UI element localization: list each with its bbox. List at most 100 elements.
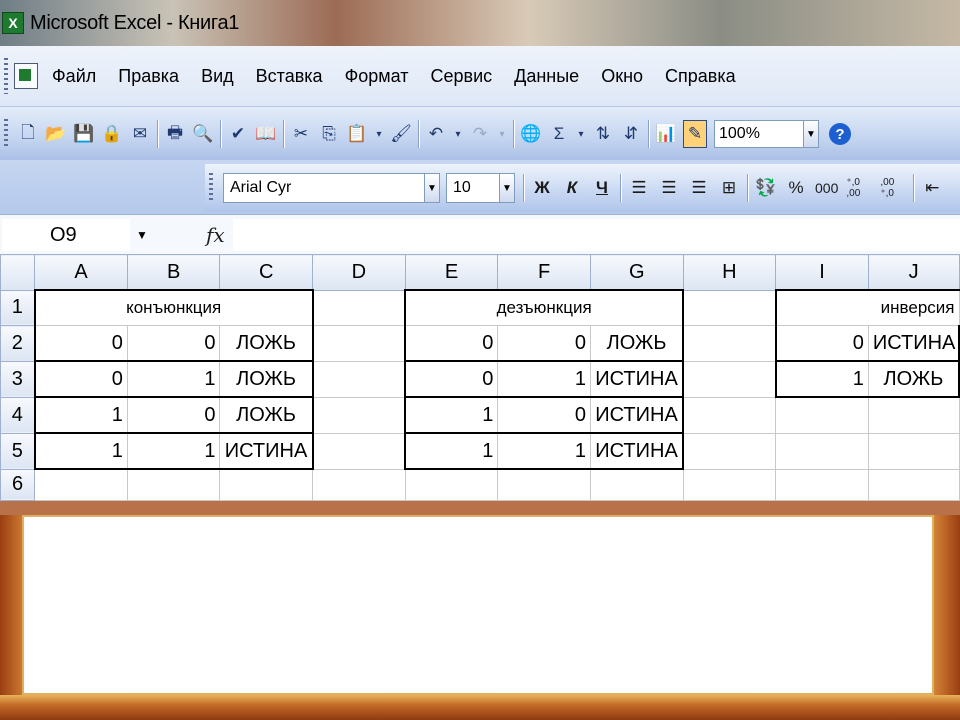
decrease-decimal-button[interactable]: ,00 ⁺,0: [880, 175, 906, 201]
cell[interactable]: ИСТИНА: [589, 360, 684, 398]
new-document-icon[interactable]: 🗋: [17, 121, 39, 147]
toolbar-grip[interactable]: [209, 173, 213, 203]
cell[interactable]: ЛОЖЬ: [867, 360, 960, 398]
cell[interactable]: 1: [33, 396, 128, 434]
cell[interactable]: 0: [126, 396, 221, 434]
cell[interactable]: [497, 468, 591, 501]
cell[interactable]: 0: [33, 325, 128, 362]
cell[interactable]: [682, 325, 777, 362]
workbook-icon[interactable]: [14, 63, 38, 89]
row-header[interactable]: 1: [0, 289, 36, 326]
cell[interactable]: 0: [404, 360, 499, 398]
zoom-dropdown-icon[interactable]: ▼: [804, 120, 819, 148]
save-icon[interactable]: 💾: [73, 121, 95, 147]
menu-window[interactable]: Окно: [601, 66, 643, 87]
menu-file[interactable]: Файл: [52, 66, 96, 87]
paste-dropdown-icon[interactable]: ▾: [374, 121, 384, 147]
column-header-b[interactable]: B: [126, 254, 221, 291]
cell[interactable]: 0: [497, 325, 591, 362]
formula-input[interactable]: [232, 219, 960, 251]
cell-d1[interactable]: [311, 289, 406, 326]
font-dropdown-icon[interactable]: ▼: [425, 173, 440, 203]
print-icon[interactable]: 🖶: [164, 121, 186, 147]
research-icon[interactable]: 📖: [255, 121, 277, 147]
cell[interactable]: [682, 396, 777, 434]
cell[interactable]: 1: [497, 432, 591, 470]
cell[interactable]: 1: [497, 360, 591, 398]
column-header-e[interactable]: E: [404, 254, 499, 291]
align-center-icon[interactable]: ☰: [658, 175, 680, 201]
cell[interactable]: ЛОЖЬ: [589, 325, 684, 362]
name-box-dropdown-icon[interactable]: ▼: [130, 228, 154, 242]
cell[interactable]: [34, 468, 128, 501]
cell[interactable]: [775, 396, 869, 434]
row-header[interactable]: 5: [0, 432, 36, 470]
cell[interactable]: [311, 432, 406, 470]
increase-decimal-button[interactable]: ⁺,0 ,00: [846, 175, 872, 201]
align-left-icon[interactable]: ☰: [628, 175, 650, 201]
cell-h1[interactable]: [682, 289, 777, 326]
underline-button[interactable]: Ч: [591, 175, 613, 201]
cell[interactable]: 1: [33, 432, 128, 470]
redo-dropdown-icon[interactable]: ▾: [497, 121, 507, 147]
align-right-icon[interactable]: ☰: [688, 175, 710, 201]
undo-dropdown-icon[interactable]: ▾: [453, 121, 463, 147]
paste-icon[interactable]: 📋: [346, 121, 368, 147]
thousands-button[interactable]: 000: [815, 175, 838, 201]
font-select[interactable]: Arial Cyr: [223, 173, 425, 203]
cell[interactable]: [589, 468, 684, 501]
row-header[interactable]: 4: [0, 396, 36, 434]
column-header-j[interactable]: J: [867, 254, 960, 291]
cell[interactable]: [682, 432, 777, 470]
open-folder-icon[interactable]: 📂: [45, 121, 67, 147]
cell[interactable]: [311, 360, 406, 398]
menu-view[interactable]: Вид: [201, 66, 234, 87]
column-header-g[interactable]: G: [589, 254, 684, 291]
redo-icon[interactable]: ↷: [469, 121, 491, 147]
cell[interactable]: [867, 432, 960, 470]
cut-icon[interactable]: ✂: [290, 121, 312, 147]
cell[interactable]: 1: [126, 432, 221, 470]
cell[interactable]: ИСТИНА: [219, 432, 314, 470]
cell[interactable]: 1: [404, 432, 499, 470]
currency-icon[interactable]: 💱: [755, 175, 777, 201]
print-preview-icon[interactable]: 🔍: [192, 121, 214, 147]
bold-button[interactable]: Ж: [531, 175, 553, 201]
menu-help[interactable]: Справка: [665, 66, 736, 87]
italic-button[interactable]: К: [561, 175, 583, 201]
percent-button[interactable]: %: [785, 175, 807, 201]
cell[interactable]: [311, 396, 406, 434]
cell-e1-merged[interactable]: дезъюнкция: [404, 289, 684, 326]
menu-data[interactable]: Данные: [514, 66, 579, 87]
font-size-dropdown-icon[interactable]: ▼: [500, 173, 515, 203]
spelling-icon[interactable]: ✔: [227, 121, 249, 147]
toolbar-grip[interactable]: [4, 119, 8, 149]
cell[interactable]: [867, 468, 960, 501]
cell[interactable]: [312, 468, 406, 501]
row-header[interactable]: 2: [0, 325, 36, 362]
permission-icon[interactable]: 🔒: [101, 121, 123, 147]
menu-grip[interactable]: [4, 58, 8, 94]
merge-center-icon[interactable]: ⊞: [718, 175, 740, 201]
insert-function-icon[interactable]: fx: [206, 223, 225, 247]
cell[interactable]: ИСТИНА: [589, 396, 684, 434]
excel-app-icon[interactable]: X: [2, 12, 24, 34]
cell[interactable]: [404, 468, 499, 501]
cell[interactable]: [311, 325, 406, 362]
cell[interactable]: 0: [404, 325, 499, 362]
cell-i1-merged[interactable]: инверсия: [774, 289, 960, 326]
chart-wizard-icon[interactable]: 📊: [655, 121, 677, 147]
drawing-icon[interactable]: ✎: [683, 120, 707, 148]
column-header-d[interactable]: D: [312, 254, 406, 291]
autosum-dropdown-icon[interactable]: ▾: [576, 121, 586, 147]
cell[interactable]: 1: [126, 360, 221, 398]
cell[interactable]: [775, 432, 869, 470]
format-painter-icon[interactable]: 🖌: [390, 121, 412, 147]
column-header-c[interactable]: C: [219, 254, 314, 291]
cell[interactable]: 1: [404, 396, 499, 434]
column-header-a[interactable]: A: [34, 254, 128, 291]
cell[interactable]: [126, 468, 221, 501]
decrease-indent-icon[interactable]: ⇤: [921, 175, 943, 201]
select-all-corner[interactable]: [0, 254, 36, 291]
sort-descending-icon[interactable]: ⇵: [620, 121, 642, 147]
